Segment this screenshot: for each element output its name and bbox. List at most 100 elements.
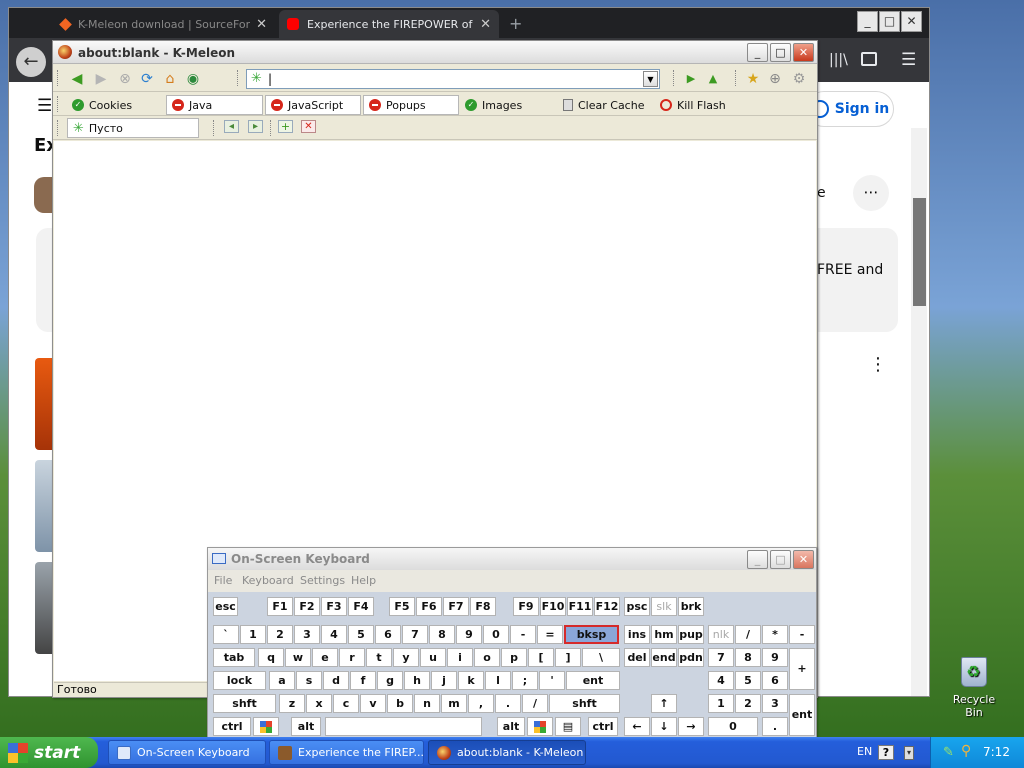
close-button[interactable]: ✕ (901, 11, 922, 32)
video-thumbnail[interactable] (35, 562, 53, 654)
key-tab[interactable]: tab (213, 648, 255, 667)
close-tab-icon[interactable]: ✕ (480, 17, 491, 32)
key-r[interactable]: r (339, 648, 365, 667)
key-92[interactable]: \ (582, 648, 620, 667)
key-47[interactable]: / (522, 694, 548, 713)
key-F6[interactable]: F6 (416, 597, 442, 616)
key-0[interactable]: 0 (708, 717, 758, 736)
taskbar-item-browser[interactable]: Experience the FIREP... (269, 740, 424, 765)
toolbar-grip[interactable] (270, 120, 273, 136)
subscribe-fragment[interactable]: e (817, 185, 826, 201)
key-61[interactable]: = (537, 625, 563, 644)
toolbar-grip[interactable] (735, 70, 738, 86)
key-3[interactable]: 3 (294, 625, 320, 644)
key-j[interactable]: j (431, 671, 457, 690)
key-g[interactable]: g (377, 671, 403, 690)
java-toggle[interactable]: Java (166, 95, 263, 115)
key-a[interactable]: a (269, 671, 295, 690)
up-icon[interactable]: ▲ (705, 71, 721, 87)
popups-toggle[interactable]: Popups (363, 95, 459, 115)
network-icon[interactable]: ✎ (943, 745, 954, 760)
key-nlk[interactable]: nlk (708, 625, 734, 644)
key-8[interactable]: 8 (429, 625, 455, 644)
images-toggle[interactable]: ✓ Images (460, 95, 556, 115)
language-indicator[interactable]: EN (857, 745, 872, 758)
menu-icon[interactable]: ☰ (901, 50, 916, 70)
key-shft[interactable]: shft (213, 694, 276, 713)
sign-in-button[interactable]: Sign in (806, 91, 894, 127)
video-thumbnail[interactable] (35, 358, 53, 450)
key-46[interactable]: . (762, 717, 788, 736)
key-u[interactable]: u (420, 648, 446, 667)
maximize-button[interactable]: □ (770, 43, 791, 62)
key-96[interactable]: ` (213, 625, 239, 644)
back-arrow-icon[interactable]: ◀ (69, 71, 85, 87)
key-h[interactable]: h (404, 671, 430, 690)
javascript-toggle[interactable]: JavaScript (265, 95, 361, 115)
more-actions-button[interactable]: ⋯ (853, 175, 889, 211)
key-F4[interactable]: F4 (348, 597, 374, 616)
key-43[interactable]: + (789, 648, 815, 690)
bookmark-star-icon[interactable]: ★ (745, 71, 761, 87)
close-tab-icon[interactable]: ✕ (301, 120, 316, 133)
key-5[interactable]: 5 (348, 625, 374, 644)
space-key[interactable] (325, 717, 482, 736)
key-45[interactable]: - (789, 625, 815, 644)
kill-flash-button[interactable]: Kill Flash (655, 95, 755, 115)
new-tab-icon[interactable]: + (278, 120, 293, 133)
key-46[interactable]: . (495, 694, 521, 713)
kmeleon-titlebar[interactable]: about:blank - K-Meleon _ □ ✕ (53, 41, 817, 64)
key-8593[interactable]: ↑ (651, 694, 677, 713)
key-3[interactable]: 3 (762, 694, 788, 713)
back-arrow-icon[interactable]: ← (16, 47, 46, 77)
key-bksp[interactable]: bksp (564, 625, 619, 644)
cookies-toggle[interactable]: ✓ Cookies (67, 95, 163, 115)
tab-sourceforge[interactable]: K-Meleon download | SourceForge ✕ (53, 10, 275, 38)
close-button[interactable]: ✕ (793, 550, 814, 569)
windows-key-icon[interactable] (253, 717, 279, 736)
key-n[interactable]: n (414, 694, 440, 713)
menu-key-icon[interactable]: ▤ (555, 717, 581, 736)
key-45[interactable]: - (510, 625, 536, 644)
menu-keyboard[interactable]: Keyboard (242, 574, 294, 587)
stop-icon[interactable]: ⊗ (117, 71, 133, 87)
key-F10[interactable]: F10 (540, 597, 566, 616)
key-8[interactable]: 8 (735, 648, 761, 667)
key-psc[interactable]: psc (624, 597, 650, 616)
osk-titlebar[interactable]: On-Screen Keyboard _ □ ✕ (208, 548, 816, 570)
key-esc[interactable]: esc (213, 597, 238, 616)
key-ctrl[interactable]: ctrl (588, 717, 618, 736)
key-0[interactable]: 0 (483, 625, 509, 644)
kebab-menu-icon[interactable]: ⋮ (869, 354, 887, 375)
key-4[interactable]: 4 (321, 625, 347, 644)
key-42[interactable]: * (762, 625, 788, 644)
taskbar-item-osk[interactable]: On-Screen Keyboard (108, 740, 266, 765)
key-F11[interactable]: F11 (567, 597, 593, 616)
key-e[interactable]: e (312, 648, 338, 667)
close-tab-icon[interactable]: ✕ (256, 17, 267, 32)
menu-file[interactable]: File (214, 574, 232, 587)
key-b[interactable]: b (387, 694, 413, 713)
new-tab-button[interactable]: + (509, 14, 522, 33)
key-59[interactable]: ; (512, 671, 538, 690)
menu-help[interactable]: Help (351, 574, 376, 587)
forward-arrow-icon[interactable]: ▶ (93, 71, 109, 87)
windows-key-icon[interactable] (527, 717, 553, 736)
toolbar-grip[interactable] (57, 120, 60, 136)
key-o[interactable]: o (474, 648, 500, 667)
key-p[interactable]: p (501, 648, 527, 667)
previous-tab-icon[interactable]: ◂ (224, 120, 239, 133)
key-end[interactable]: end (651, 648, 677, 667)
key-39[interactable]: ' (539, 671, 565, 690)
reload-icon[interactable]: ⟳ (139, 71, 155, 87)
toolbar-grip[interactable] (57, 96, 60, 112)
clock[interactable]: 7:12 (983, 745, 1010, 759)
key-7[interactable]: 7 (402, 625, 428, 644)
key-del[interactable]: del (624, 648, 650, 667)
bookmarks-manager-icon[interactable]: ⊕ (767, 71, 783, 87)
video-thumbnail[interactable] (35, 460, 53, 552)
key-F7[interactable]: F7 (443, 597, 469, 616)
key-lock[interactable]: lock (213, 671, 266, 690)
key-i[interactable]: i (447, 648, 473, 667)
recycle-bin[interactable]: Recycle Bin (944, 657, 1004, 719)
